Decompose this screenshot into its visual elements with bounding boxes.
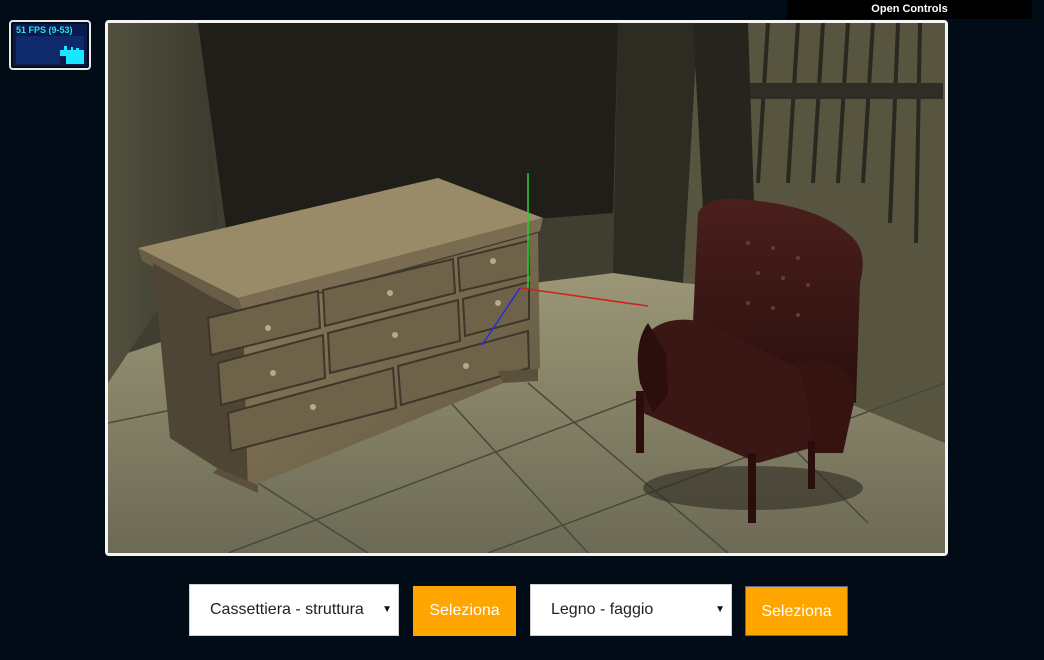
fps-stats-canvas: 51 FPS (9-53) <box>13 24 87 66</box>
material-select-value: Legno - faggio <box>551 601 654 618</box>
object-select-value: Cassettiera - struttura <box>210 601 364 618</box>
fps-stats-panel[interactable]: 51 FPS (9-53) <box>9 20 91 70</box>
fps-label: 51 FPS (9-53) <box>16 25 73 35</box>
3d-viewport-canvas[interactable] <box>105 20 948 556</box>
caret-down-icon: ▼ <box>382 604 392 615</box>
caret-down-icon: ▼ <box>715 604 725 615</box>
fps-graph <box>16 36 84 64</box>
select-material-button[interactable]: Seleziona <box>745 586 848 636</box>
open-controls-button[interactable]: Open Controls <box>787 0 1032 19</box>
select-object-button[interactable]: Seleziona <box>413 586 516 636</box>
fps-graph-bars <box>60 46 84 64</box>
object-select[interactable]: Cassettiera - struttura ▼ <box>189 584 399 636</box>
scene-render <box>108 23 945 553</box>
material-select[interactable]: Legno - faggio ▼ <box>530 584 732 636</box>
